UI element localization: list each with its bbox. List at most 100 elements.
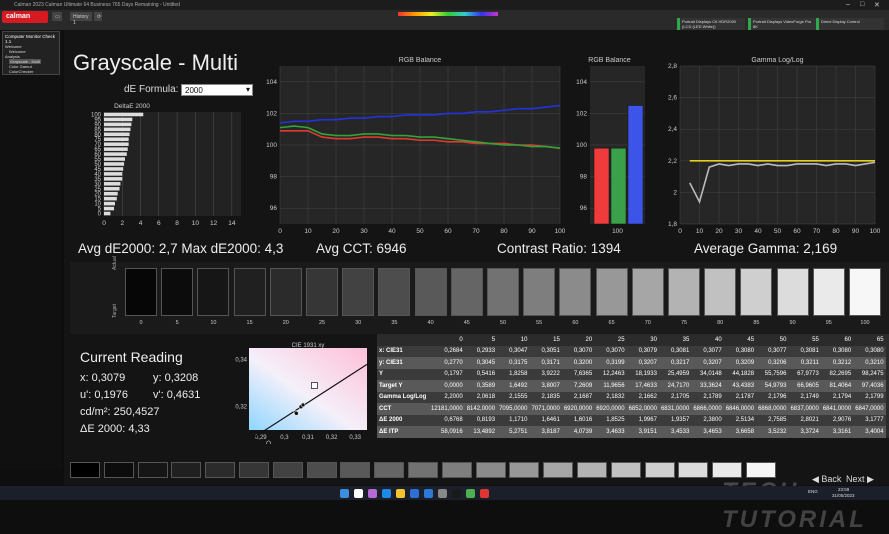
windows-icon[interactable]	[340, 489, 349, 498]
delta-e-chart: DeltaE 20000 2 4 6 8 10 12 14051015202530354045…	[91, 103, 241, 227]
grayscale-swatch[interactable]	[414, 268, 447, 316]
bottom-swatch[interactable]	[577, 462, 607, 478]
minimize-icon[interactable]: –	[846, 1, 850, 8]
table-cell: 3,4633	[594, 426, 627, 438]
maximize-icon[interactable]: □	[860, 1, 864, 8]
bottom-swatch[interactable]	[374, 462, 405, 478]
grayscale-swatch[interactable]	[197, 268, 230, 316]
grayscale-swatch[interactable]	[849, 268, 881, 316]
table-cell: 4,0739	[561, 426, 595, 438]
bottom-swatch[interactable]	[610, 462, 641, 478]
grayscale-swatch[interactable]	[559, 268, 592, 316]
grayscale-swatch[interactable]	[523, 268, 556, 316]
row-label: ΔE ITP	[377, 426, 429, 438]
table-header-cell: 0	[429, 334, 465, 346]
folder-icon[interactable]	[396, 489, 405, 498]
bottom-swatch[interactable]	[678, 462, 709, 478]
table-row: ΔE ITP 58,0916 13,4892 5,2751 3,8187 4,0739 3,…	[377, 426, 886, 438]
grayscale-swatch[interactable]	[631, 268, 664, 316]
table-cell: 11,9656	[594, 380, 627, 392]
de-bar	[104, 162, 125, 166]
x-tick-label: 0,3	[280, 435, 289, 441]
de-formula-select[interactable]: 2000	[181, 84, 253, 96]
table-cell: 2,8021	[788, 414, 821, 426]
bottom-swatch[interactable]	[475, 462, 506, 478]
bottom-swatch[interactable]	[205, 462, 236, 478]
chrome-icon[interactable]	[466, 489, 475, 498]
back-button[interactable]: ◀ Back	[812, 474, 841, 485]
bottom-swatch[interactable]	[272, 462, 303, 478]
reading-y: y: 0,3208	[153, 372, 199, 384]
bottom-swatch[interactable]	[306, 462, 337, 478]
table-cell: 0,3199	[594, 357, 627, 369]
calman-icon[interactable]	[480, 489, 489, 498]
bottom-swatch[interactable]	[543, 462, 574, 478]
close-icon[interactable]: ✕	[874, 1, 880, 9]
y-tick-label: 2,2	[668, 158, 677, 165]
grayscale-swatch[interactable]	[161, 268, 194, 316]
grayscale-swatch[interactable]	[269, 268, 302, 316]
bottom-swatch[interactable]	[746, 462, 776, 478]
table-cell: 0,2684	[429, 345, 465, 357]
bottom-swatch[interactable]	[408, 462, 438, 478]
grayscale-swatch[interactable]	[740, 268, 773, 316]
tab-icon[interactable]: ▭	[52, 12, 62, 21]
tab-history[interactable]: History 1	[70, 12, 92, 26]
grayscale-swatch[interactable]	[776, 268, 809, 316]
grayscale-swatch[interactable]	[704, 268, 737, 316]
display-device[interactable]: Direct Display Control	[816, 18, 884, 30]
swatch-label: 15	[246, 320, 253, 326]
grayscale-swatch[interactable]	[595, 268, 628, 316]
bottom-swatch[interactable]	[171, 462, 202, 478]
bottom-swatch[interactable]	[441, 462, 472, 478]
current-reading-title: Current Reading	[80, 349, 183, 365]
x-tick-label: 0	[278, 228, 282, 235]
swatch-label: 90	[789, 320, 796, 326]
mail-icon[interactable]	[424, 489, 433, 498]
files-icon[interactable]	[368, 489, 377, 498]
de-bar	[104, 206, 115, 211]
grayscale-swatch[interactable]	[306, 268, 338, 316]
meter-device[interactable]: Portrait Displays C6 HDR2000 (LCD (LED W…	[677, 18, 745, 30]
grayscale-swatch[interactable]	[342, 268, 375, 316]
y-tick-label: 98	[270, 174, 278, 181]
grayscale-swatch[interactable]	[812, 268, 845, 316]
settings-icon[interactable]	[438, 489, 447, 498]
bottom-swatch[interactable]	[644, 462, 675, 478]
search-icon[interactable]	[354, 489, 363, 498]
bottom-swatch[interactable]	[509, 462, 540, 478]
table-cell: 17,4633	[626, 380, 659, 392]
de-bar	[104, 122, 132, 127]
next-button[interactable]: Next ▶	[846, 474, 874, 485]
de-bar	[104, 196, 117, 201]
table-cell: 0,3070	[594, 345, 627, 357]
sync-icon[interactable]: ⟳	[94, 12, 102, 21]
table-cell: 6831,0000	[658, 403, 692, 415]
bottom-swatch[interactable]	[137, 462, 168, 478]
edge-icon[interactable]	[382, 489, 391, 498]
x-tick-label: 90	[528, 228, 536, 235]
chart-title: DeltaE 2000	[114, 103, 150, 110]
store-icon[interactable]	[410, 489, 419, 498]
grayscale-swatch[interactable]	[668, 268, 700, 316]
bottom-swatch[interactable]	[340, 462, 371, 478]
steam-icon[interactable]	[452, 489, 461, 498]
table-header-cell: 15	[529, 334, 562, 346]
grayscale-swatch[interactable]	[125, 268, 157, 316]
page-title: Grayscale - Multi	[73, 50, 239, 75]
nav-item-colorchecker[interactable]: ColorChecker	[5, 69, 57, 74]
rgb-balance-chart: RGB Balance 0 10 20 30 40 50 60 70 80 90 100 96 98 100…	[266, 57, 565, 235]
grayscale-swatch[interactable]	[378, 268, 411, 316]
de-bar	[104, 157, 126, 161]
grayscale-swatch[interactable]	[487, 268, 519, 316]
bottom-swatch[interactable]	[70, 462, 100, 478]
bottom-swatch[interactable]	[712, 462, 743, 478]
y-tick-label: 2,6	[668, 95, 677, 102]
bottom-swatch[interactable]	[103, 462, 134, 478]
pattern-device[interactable]: Portrait Displays VideoForge Pro 8K	[748, 18, 816, 30]
grayscale-swatch[interactable]	[233, 268, 266, 316]
grayscale-swatch[interactable]	[450, 268, 483, 316]
table-cell: 0,3077	[691, 345, 724, 357]
bottom-swatch[interactable]	[239, 462, 269, 478]
table-cell: 0,3206	[756, 357, 789, 369]
